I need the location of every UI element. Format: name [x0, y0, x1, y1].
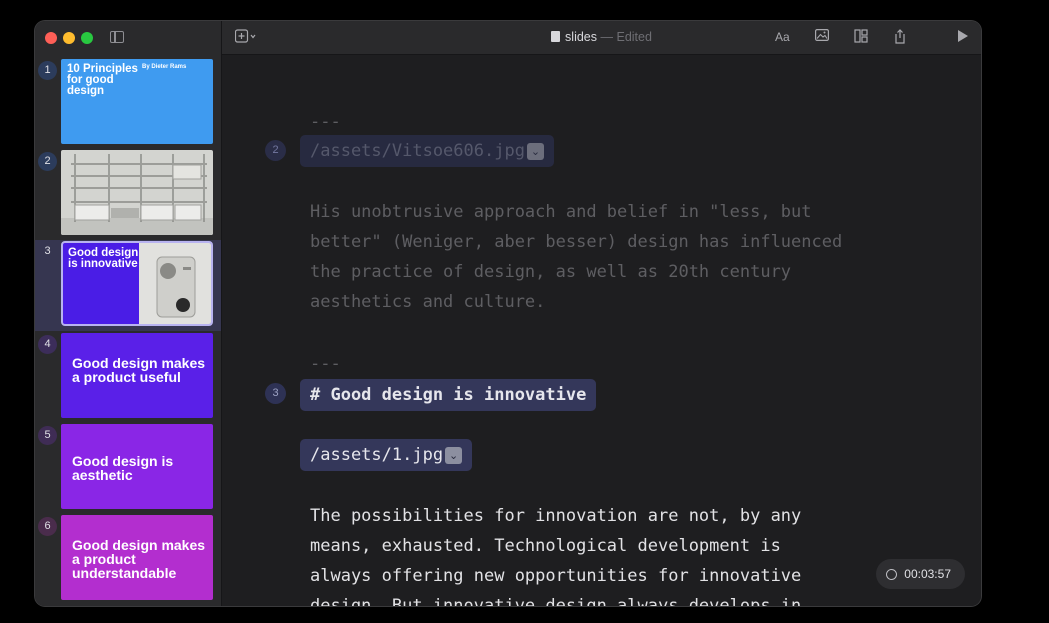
- slide-thumbnail-6[interactable]: 6 Good design makes a product understand…: [35, 515, 221, 606]
- separator-line: ---: [310, 354, 341, 374]
- separator-line: ---: [310, 112, 341, 132]
- share-icon[interactable]: [894, 29, 906, 48]
- paragraph-line: The possibilities for innovation are not…: [310, 506, 802, 526]
- document-name: slides: [565, 30, 598, 44]
- paragraph-line: means, exhausted. Technological developm…: [310, 536, 781, 556]
- slide-thumbnail-5[interactable]: 5 Good design is aesthetic: [35, 424, 221, 515]
- slide-number: 2: [38, 152, 57, 171]
- slide-preview: [61, 150, 213, 235]
- slide-preview: Good design makes a product useful: [61, 333, 213, 418]
- document-icon: [551, 31, 561, 42]
- slide-number: 3: [44, 245, 51, 257]
- slide-number: 5: [38, 426, 57, 445]
- image-path: /assets/1.jpg: [310, 445, 444, 465]
- paragraph-line: the practice of design, as well as 20th …: [310, 262, 792, 282]
- slide-title: Good design is innovative: [68, 247, 139, 270]
- slide-marker[interactable]: 2: [265, 140, 286, 161]
- zoom-window-button[interactable]: [81, 32, 93, 44]
- paragraph-line: better" (Weniger, aber besser) design ha…: [310, 232, 843, 252]
- slide-title: Good design makes a product understandab…: [72, 537, 206, 581]
- slide-preview: Good design is innovative: [61, 241, 213, 326]
- slide-thumbnail-1[interactable]: 1 10 Principles for good design By Diete…: [35, 59, 221, 150]
- heading-chip[interactable]: # Good design is innovative: [300, 379, 597, 411]
- chevron-down-icon[interactable]: ⌄: [445, 447, 463, 464]
- slide-title: Good design makes a product useful: [72, 355, 206, 385]
- slide-preview: 10 Principles for good design By Dieter …: [61, 59, 213, 144]
- sidebar-toggle-icon[interactable]: [110, 31, 124, 43]
- shelving-photo: [61, 150, 213, 235]
- markdown-editor[interactable]: --- 2 /assets/Vitsoe606.jpg ⌄ His unobtru…: [222, 55, 981, 606]
- slide-byline: By Dieter Rams: [142, 64, 187, 70]
- paragraph-line: His unobtrusive approach and belief in "…: [310, 202, 812, 222]
- edited-status: Edited: [616, 30, 652, 44]
- font-button[interactable]: Aa: [775, 29, 790, 45]
- slide-thumbnail-2[interactable]: 2: [35, 150, 221, 241]
- chevron-down-icon[interactable]: ⌄: [526, 143, 544, 160]
- slide-preview: Good design makes a product understandab…: [61, 515, 213, 600]
- paragraph-line: aesthetics and culture.: [310, 292, 546, 312]
- photo-icon[interactable]: [815, 29, 830, 45]
- image-path-chip[interactable]: /assets/Vitsoe606.jpg ⌄: [300, 135, 554, 167]
- close-window-button[interactable]: [45, 32, 57, 44]
- image-path-chip[interactable]: /assets/1.jpg ⌄: [300, 439, 473, 471]
- slide-title: Good design is aesthetic: [72, 453, 174, 483]
- slide-preview: Good design is aesthetic: [61, 424, 213, 509]
- slide-thumbnail-4[interactable]: 4 Good design makes a product useful: [35, 333, 221, 424]
- minimize-window-button[interactable]: [63, 32, 75, 44]
- radio-photo: [139, 243, 211, 324]
- paragraph-line: always offering new opportunities for in…: [310, 566, 802, 586]
- slide-marker[interactable]: 3: [265, 383, 286, 404]
- layout-icon[interactable]: [854, 29, 868, 47]
- clock-icon: [886, 569, 898, 580]
- image-path: /assets/Vitsoe606.jpg: [310, 141, 525, 161]
- app-window: 1 10 Principles for good design By Diete…: [35, 21, 981, 606]
- slide-thumbnail-3[interactable]: 3 Good design is innovative: [35, 240, 221, 331]
- play-icon[interactable]: [957, 29, 969, 47]
- paragraph-line: design. But innovative design always dev…: [310, 596, 802, 606]
- slide-number: 4: [38, 335, 57, 354]
- slide-number: 1: [38, 61, 57, 80]
- presentation-timer[interactable]: 00:03:57: [876, 559, 965, 589]
- slide-number: 6: [38, 517, 57, 536]
- title-separator: —: [600, 30, 614, 44]
- slide-sidebar: 1 10 Principles for good design By Diete…: [35, 21, 222, 606]
- timer-value: 00:03:57: [904, 567, 951, 581]
- slide-title: 10 Principles for good design: [67, 63, 138, 97]
- toolbar: slides — Edited Aa: [222, 21, 981, 55]
